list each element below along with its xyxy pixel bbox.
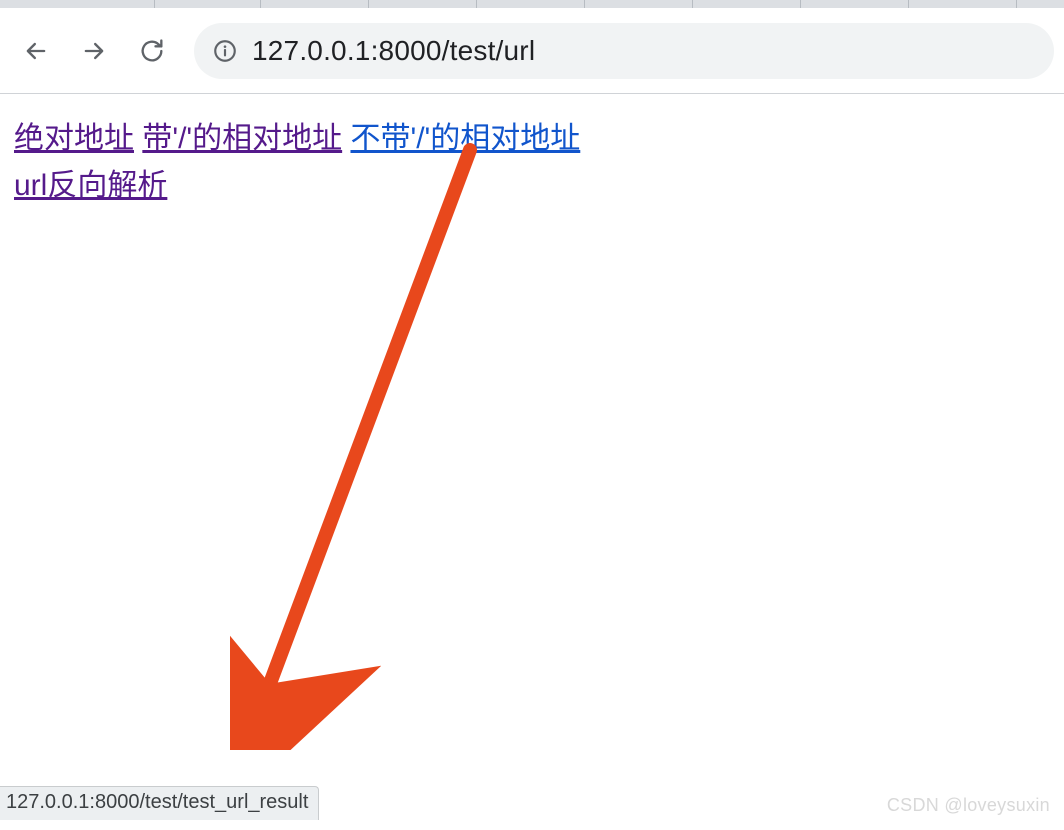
url-text[interactable]: 127.0.0.1:8000/test/url — [252, 35, 535, 67]
status-bar: 127.0.0.1:8000/test/test_url_result — [0, 786, 319, 820]
forward-button[interactable] — [68, 25, 120, 77]
arrow-right-icon — [80, 37, 108, 65]
reload-icon — [138, 37, 166, 65]
site-info-icon[interactable] — [212, 38, 238, 64]
annotation-arrow — [230, 140, 490, 750]
back-button[interactable] — [10, 25, 62, 77]
address-bar[interactable]: 127.0.0.1:8000/test/url — [194, 23, 1054, 79]
browser-toolbar: 127.0.0.1:8000/test/url — [0, 8, 1064, 94]
arrow-left-icon — [22, 37, 50, 65]
page-content: 绝对地址 带'/'的相对地址 不带'/'的相对地址 url反向解析 — [0, 94, 1064, 231]
tab-strip — [0, 0, 1064, 8]
watermark: CSDN @loveysuxin — [887, 795, 1050, 816]
watermark-text: CSDN @loveysuxin — [887, 795, 1050, 815]
reload-button[interactable] — [126, 25, 178, 77]
status-bar-text: 127.0.0.1:8000/test/test_url_result — [6, 791, 308, 813]
link-absolute-address[interactable]: 绝对地址 — [14, 122, 134, 155]
link-relative-with-slash[interactable]: 带'/'的相对地址 — [142, 122, 342, 155]
link-url-reverse[interactable]: url反向解析 — [14, 169, 167, 202]
link-relative-without-slash[interactable]: 不带'/'的相对地址 — [350, 122, 580, 155]
